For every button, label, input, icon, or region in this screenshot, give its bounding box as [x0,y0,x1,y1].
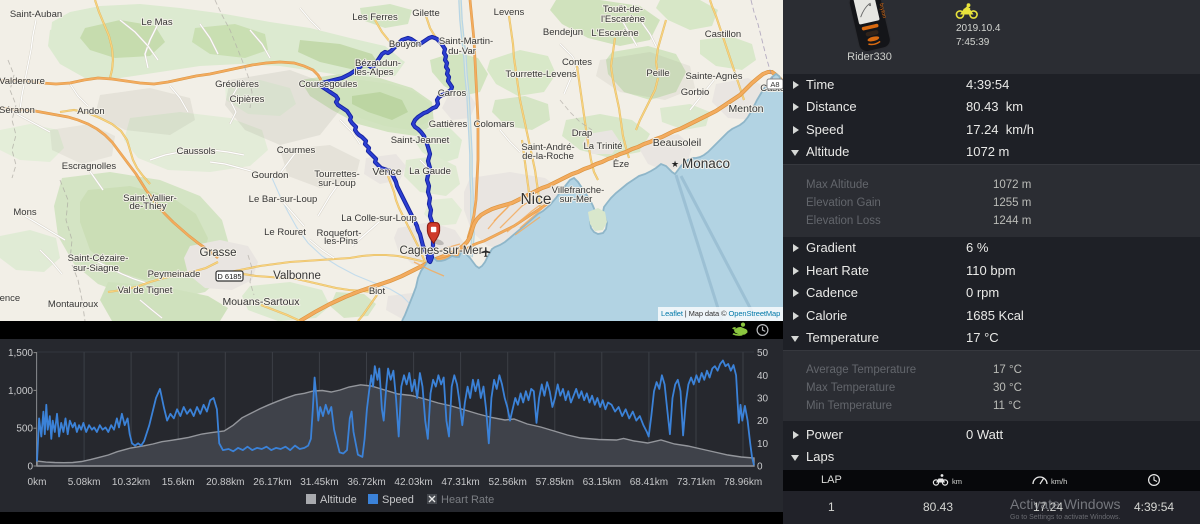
svg-text:Saint-Auban: Saint-Auban [10,9,62,20]
svg-text:Menton: Menton [728,103,763,115]
svg-text:1,000: 1,000 [8,386,33,397]
svg-text:Coursegoules: Coursegoules [299,79,358,90]
svg-text:Peille: Peille [646,68,669,79]
svg-text:68.41km: 68.41km [630,477,668,488]
svg-text:La Colle-sur-Loup: La Colle-sur-Loup [341,213,417,224]
svg-text:Heart Rate: Heart Rate [441,494,494,506]
svg-text:Escragnolles: Escragnolles [62,161,117,172]
svg-text:Le Bar-sur-Loup: Le Bar-sur-Loup [249,194,318,205]
svg-text:Valbonne: Valbonne [273,270,321,282]
svg-text:Montauroux: Montauroux [48,299,98,310]
svg-text:Le Mas: Le Mas [141,17,172,28]
svg-text:36.72km: 36.72km [347,477,385,488]
svg-text:Tourrette-Levens: Tourrette-Levens [505,69,577,80]
svg-text:Grasse: Grasse [199,247,236,259]
svg-text:sur-Mer: sur-Mer [560,194,593,205]
svg-text:A8: A8 [770,80,779,89]
svg-text:Sainte-Agnès: Sainte-Agnès [685,71,742,82]
svg-text:Altitude: Altitude [320,494,357,506]
svg-text:Gourdon: Gourdon [252,170,289,181]
svg-text:73.71km: 73.71km [677,477,715,488]
svg-text:Les Ferres: Les Ferres [352,12,398,23]
svg-text:Contes: Contes [562,57,592,68]
svg-text:km/h: km/h [1051,477,1067,486]
svg-text:les-Pins: les-Pins [324,236,358,247]
svg-text:Caussols: Caussols [176,146,215,157]
svg-text:Gréolières: Gréolières [215,79,259,90]
svg-text:40: 40 [757,371,769,382]
svg-text:Bouyon: Bouyon [389,39,421,50]
svg-text:Mons: Mons [13,207,36,218]
svg-text:0km: 0km [28,477,47,488]
svg-text:15.6km: 15.6km [162,477,195,488]
svg-text:Gilette: Gilette [412,8,439,19]
svg-text:l'Escarène: l'Escarène [601,14,645,25]
svg-text:Valderoure: Valderoure [0,76,45,87]
svg-text:Bendejun: Bendejun [543,27,583,38]
svg-text:0: 0 [27,462,33,473]
svg-text:★: ★ [671,159,679,169]
svg-text:Fayence: Fayence [0,293,20,304]
svg-text:1,500: 1,500 [8,348,33,359]
svg-text:La Gaude: La Gaude [409,166,451,177]
svg-text:Val de Tignet: Val de Tignet [118,285,173,296]
svg-text:Monaco: Monaco [682,156,730,171]
svg-text:Mouans-Sartoux: Mouans-Sartoux [222,296,300,308]
svg-text:0: 0 [757,462,763,473]
svg-text:20.88km: 20.88km [206,477,244,488]
svg-text:Courmes: Courmes [277,145,316,156]
svg-text:sur-Loup: sur-Loup [318,178,356,189]
svg-text:47.31km: 47.31km [441,477,479,488]
svg-text:30: 30 [757,394,769,405]
svg-text:20: 20 [757,416,769,427]
svg-text:63.15km: 63.15km [583,477,621,488]
svg-text:Leaflet | Map data © OpenStree: Leaflet | Map data © OpenStreetMap [661,309,780,318]
svg-text:Cagnes-sur-Mer: Cagnes-sur-Mer [399,245,482,257]
svg-text:42.03km: 42.03km [394,477,432,488]
svg-text:de-Thiey: de-Thiey [130,201,167,212]
svg-text:5.08km: 5.08km [68,477,101,488]
svg-text:Carros: Carros [438,88,467,99]
svg-text:78.96km: 78.96km [724,477,762,488]
svg-text:Levens: Levens [494,7,525,18]
svg-text:Cipières: Cipières [230,94,265,105]
svg-text:Séranon: Séranon [0,105,35,116]
svg-text:Beausoleil: Beausoleil [653,137,701,149]
svg-text:Castillon: Castillon [705,29,741,40]
svg-text:Nice: Nice [520,191,551,208]
svg-text:Speed: Speed [382,494,414,506]
svg-text:km: km [952,477,962,486]
svg-text:Vence: Vence [372,166,401,178]
svg-text:La Trinité: La Trinité [583,141,622,152]
svg-text:10: 10 [757,439,769,450]
svg-text:31.45km: 31.45km [300,477,338,488]
svg-text:Saint-Jeannet: Saint-Jeannet [391,135,450,146]
svg-text:52.56km: 52.56km [489,477,527,488]
svg-text:50: 50 [757,348,769,359]
svg-text:Drap: Drap [572,128,593,139]
svg-text:Peymeinade: Peymeinade [148,269,201,280]
svg-text:57.85km: 57.85km [536,477,574,488]
svg-text:26.17km: 26.17km [253,477,291,488]
svg-text:Andon: Andon [77,106,104,117]
svg-text:D 6185: D 6185 [217,272,241,281]
svg-text:sur-Siagne: sur-Siagne [73,263,119,274]
svg-text:Èze: Èze [613,159,629,170]
svg-text:du-Var: du-Var [448,46,476,57]
svg-text:Colomars: Colomars [474,119,515,130]
svg-text:10.32km: 10.32km [112,477,150,488]
svg-text:500: 500 [16,424,33,435]
svg-text:de-la-Roche: de-la-Roche [522,151,574,162]
svg-text:Le Rouret: Le Rouret [264,227,306,238]
svg-text:les-Alpes: les-Alpes [354,67,393,78]
svg-text:Gorbio: Gorbio [681,87,710,98]
svg-text:L'Escarène: L'Escarène [591,28,638,39]
svg-text:Biot: Biot [369,286,386,297]
svg-text:Gattières: Gattières [429,119,468,130]
